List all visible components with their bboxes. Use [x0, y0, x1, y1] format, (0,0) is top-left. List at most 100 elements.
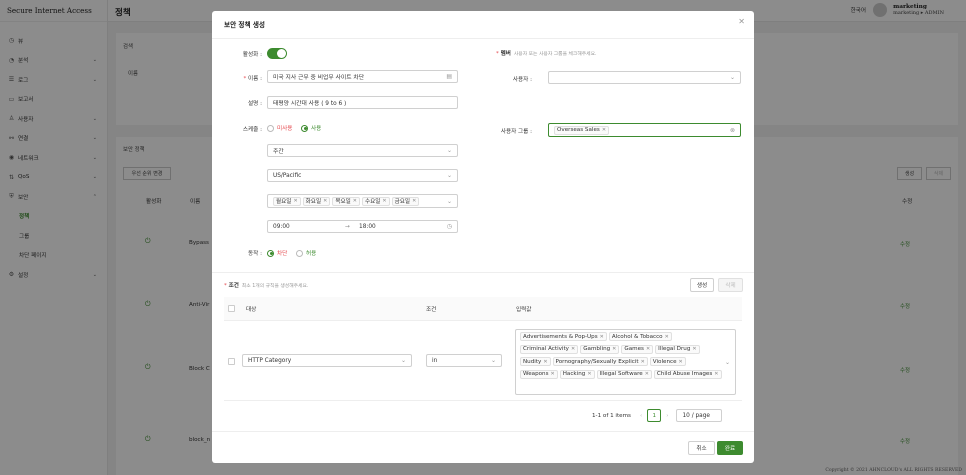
close-icon[interactable]: ✕ [571, 346, 575, 352]
close-icon[interactable]: ✕ [551, 371, 555, 377]
category-label: Alcohol & Tobacco [611, 333, 663, 340]
chevron-down-icon: ⌄ [490, 357, 496, 364]
close-icon[interactable]: ✕ [665, 334, 669, 340]
time-end: 18:00 [359, 223, 376, 230]
period-select[interactable]: 주간 ⌄ [267, 144, 458, 157]
close-icon[interactable]: ✕ [543, 359, 547, 365]
prev-page-icon[interactable]: ‹ [640, 413, 642, 419]
condition-hint: 최소 1개의 규칙을 생성해주세요. [241, 284, 309, 289]
day-label: 월요일 [276, 199, 292, 205]
schedule-label: 스케줄 : [242, 127, 262, 133]
category-tag[interactable]: Advertisements & Pop-Ups ✕ [520, 332, 607, 341]
radio-dot [267, 249, 274, 257]
user-group-tag-label: Overseas Sales [557, 127, 600, 133]
schedule-off-radio[interactable]: 미사용 [267, 124, 292, 132]
user-group-tag[interactable]: Overseas Sales ✕ [554, 125, 610, 135]
close-icon[interactable]: ✕ [600, 334, 604, 340]
cancel-button[interactable]: 취소 [688, 441, 715, 455]
category-label: Pornography/Sexually Explicit [555, 358, 639, 365]
divider [212, 431, 754, 432]
close-icon[interactable]: ✕ [382, 198, 386, 204]
user-group-select[interactable]: Overseas Sales ✕ ⊗ [548, 123, 741, 137]
category-label: Illegal Software [599, 371, 643, 377]
page-size-select[interactable]: 10 / page [676, 409, 723, 422]
page-number[interactable]: 1 [647, 409, 662, 422]
close-icon[interactable]: ✕ [679, 359, 683, 365]
close-icon[interactable]: ✕ [714, 371, 718, 377]
chevron-down-icon: ⌄ [400, 357, 406, 364]
close-icon[interactable]: ✕ [641, 359, 645, 365]
radio-dot [296, 249, 303, 257]
category-tag[interactable]: Alcohol & Tobacco ✕ [608, 332, 672, 341]
category-tag[interactable]: Illegal Software ✕ [596, 369, 652, 379]
modal-title: 보안 정책 생성 [224, 21, 265, 29]
category-label: Violence [652, 358, 677, 365]
chevron-down-icon: ⌄ [724, 359, 730, 366]
condition-delete-button[interactable]: 삭제 [718, 278, 743, 292]
close-icon[interactable]: ✕ [646, 346, 650, 352]
active-toggle[interactable] [267, 48, 287, 59]
category-label: Hacking [562, 371, 586, 377]
condition-table-header: 대상 조건 입력값 [224, 297, 742, 321]
category-label: Advertisements & Pop-Ups [523, 333, 598, 340]
close-icon[interactable]: ✕ [587, 371, 591, 377]
divider [212, 38, 754, 39]
close-icon[interactable]: ✕ [412, 198, 416, 204]
time-range-picker[interactable]: 09:00 → 18:00 ◷ [267, 220, 458, 233]
chevron-down-icon: ⌄ [446, 147, 452, 154]
clear-icon[interactable]: ⊗ [730, 127, 735, 134]
chevron-down-icon: ⌄ [446, 172, 452, 179]
day-tag[interactable]: 월요일 ✕ [273, 196, 301, 206]
name-label: * 이름 : [243, 76, 262, 82]
days-select[interactable]: 월요일 ✕ 화요일 ✕ 목요일 ✕ 수요일 ✕ 금요일 ✕ ⌄ [267, 194, 458, 208]
close-icon[interactable]: ✕ [323, 198, 327, 204]
category-label: Child Abuse Images [656, 371, 713, 377]
action-allow-radio[interactable]: 허용 [296, 249, 316, 257]
close-icon[interactable]: ✕ [353, 198, 357, 204]
close-icon[interactable]: ✕ [692, 346, 696, 352]
member-label: 멤버 [500, 51, 511, 57]
category-tag[interactable]: Hacking ✕ [559, 369, 595, 379]
category-label: Gambling [583, 346, 611, 352]
col-condition: 조건 [426, 307, 437, 313]
user-select[interactable]: ⌄ [548, 71, 741, 84]
day-tag[interactable]: 목요일 ✕ [332, 196, 360, 206]
clipboard-icon: ▤ [446, 73, 452, 80]
category-tag[interactable]: Weapons ✕ [520, 369, 558, 379]
select-all-checkbox[interactable] [228, 305, 235, 312]
timezone-select[interactable]: US/Pacific ⌄ [267, 169, 458, 182]
close-icon[interactable]: ✕ [602, 127, 606, 133]
action-block-radio[interactable]: 차단 [267, 249, 287, 257]
day-tag[interactable]: 금요일 ✕ [391, 196, 420, 206]
name-input[interactable]: 미국 지사 근무 중 비업무 사이트 차단 ▤ [267, 70, 458, 83]
category-tag[interactable]: Violence ✕ [649, 357, 686, 366]
row-checkbox[interactable] [228, 358, 235, 365]
input-values-select[interactable]: Advertisements & Pop-Ups ✕ Alcohol & Tobac… [515, 329, 736, 395]
day-tag[interactable]: 수요일 ✕ [361, 196, 390, 206]
condition-label: 조건 [228, 283, 239, 289]
category-tag[interactable]: Pornography/Sexually Explicit ✕ [552, 357, 648, 366]
category-tag[interactable]: Games ✕ [621, 344, 654, 354]
day-tag[interactable]: 화요일 ✕ [302, 196, 331, 206]
target-select[interactable]: HTTP Category ⌄ [242, 354, 412, 367]
category-tag[interactable]: Gambling ✕ [580, 344, 620, 354]
condition-create-button[interactable]: 생성 [690, 278, 714, 292]
category-tag[interactable]: Illegal Drug ✕ [655, 344, 700, 354]
done-button[interactable]: 완료 [717, 441, 743, 455]
radio-dot [301, 124, 308, 132]
category-tag[interactable]: Nudity ✕ [520, 357, 551, 366]
category-tag[interactable]: Criminal Activity ✕ [520, 344, 579, 354]
next-page-icon[interactable]: › [666, 413, 668, 419]
day-label: 화요일 [305, 199, 322, 205]
close-icon[interactable]: ✕ [612, 346, 616, 352]
pagination: 1-1 of 1 items ‹ 1 › 10 / page [592, 409, 723, 422]
close-icon[interactable]: ✕ [645, 371, 649, 377]
schedule-on-radio[interactable]: 사용 [301, 124, 321, 132]
category-tag[interactable]: Child Abuse Images ✕ [653, 369, 722, 379]
active-label: 활성화 : [242, 52, 262, 58]
description-input[interactable]: 태평양 시간대 사용 ( 9 to 6 ) [267, 96, 458, 109]
close-icon[interactable]: ✕ [738, 17, 745, 26]
category-label: Criminal Activity [523, 346, 569, 352]
close-icon[interactable]: ✕ [293, 198, 297, 204]
condition-select[interactable]: in ⌄ [426, 354, 502, 367]
